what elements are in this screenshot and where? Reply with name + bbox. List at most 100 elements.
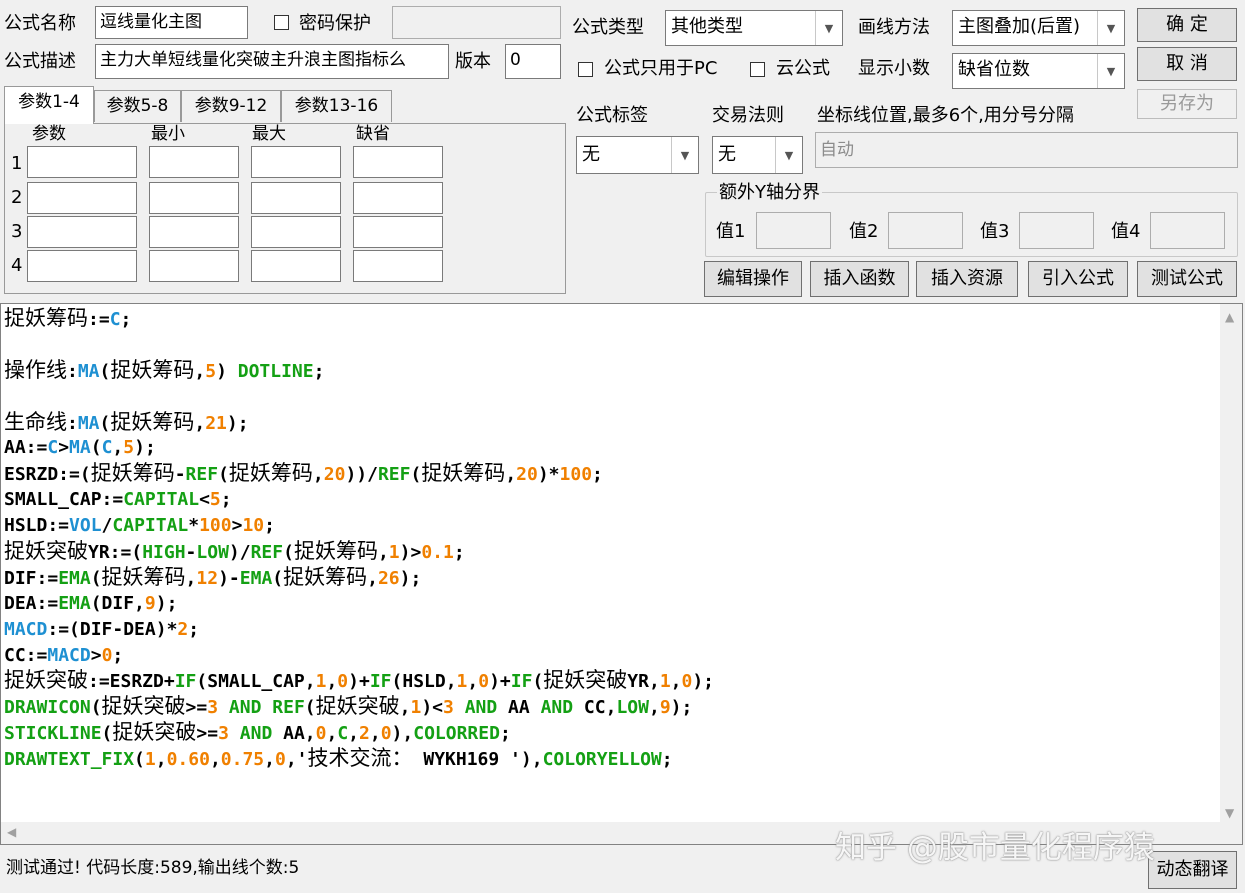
y-value-3-input[interactable]	[1019, 212, 1094, 249]
code-line[interactable]: MACD:=(DIF-DEA)*2;	[4, 617, 714, 643]
chevron-down-icon[interactable]: ▼	[775, 137, 802, 173]
y-value-2-input[interactable]	[888, 212, 963, 249]
code-token: :	[67, 360, 78, 382]
code-line[interactable]: DEA:=EMA(DIF,9);	[4, 591, 714, 617]
pc-only-checkbox[interactable]	[578, 62, 593, 77]
code-line[interactable]	[4, 332, 714, 358]
code-token: IF	[510, 671, 533, 693]
param-max-input[interactable]	[251, 182, 341, 214]
coord-input[interactable]: 自动	[815, 132, 1238, 168]
ok-button[interactable]: 确 定	[1137, 8, 1237, 42]
formula-desc-input[interactable]: 主力大单短线量化突破主升浪主图指标么	[95, 44, 449, 79]
code-token: ;	[313, 360, 325, 382]
password-input[interactable]	[392, 6, 561, 39]
formula-name-input[interactable]: 逗线量化主图	[95, 6, 248, 39]
scroll-up-icon[interactable]: ▲	[1225, 310, 1234, 324]
code-line[interactable]: ESRZD:=(捉妖筹码-REF(捉妖筹码,20))/REF(捉妖筹码,20)*…	[4, 461, 714, 487]
code-token: 26	[377, 567, 400, 589]
code-token: CC:=	[4, 644, 48, 666]
code-token: >=	[185, 697, 208, 719]
param-min-input[interactable]	[149, 250, 239, 282]
param-name-input[interactable]	[27, 250, 137, 282]
test-formula-button[interactable]: 测试公式	[1137, 261, 1237, 297]
tab-params-13-16[interactable]: 参数13-16	[281, 90, 392, 122]
rule-value: 无	[718, 144, 736, 165]
cloud-checkbox[interactable]	[750, 62, 765, 77]
chevron-down-icon[interactable]: ▼	[1097, 54, 1124, 88]
dynamic-translate-button[interactable]: 动态翻译	[1148, 851, 1237, 889]
code-line[interactable]: AA:=C>MA(C,5);	[4, 435, 714, 461]
code-line[interactable]: 捉妖突破:=ESRZD+IF(SMALL_CAP,1,0)+IF(HSLD,1,…	[4, 668, 714, 694]
code-line[interactable]: 操作线:MA(捉妖筹码,5) DOTLINE;	[4, 358, 714, 384]
formula-type-select[interactable]: 其他类型 ▼	[665, 10, 843, 46]
param-default-input[interactable]	[353, 216, 443, 248]
code-line[interactable]: HSLD:=VOL/CAPITAL*100>10;	[4, 513, 714, 539]
param-max-input[interactable]	[251, 216, 341, 248]
code-line[interactable]: STICKLINE(捉妖突破>=3 AND AA,0,C,2,0),COLORR…	[4, 720, 714, 746]
save-as-button[interactable]: 另存为	[1137, 89, 1237, 119]
code-token: -	[185, 542, 197, 564]
tag-select[interactable]: 无 ▼	[576, 136, 699, 174]
edit-operations-button[interactable]: 编辑操作	[704, 261, 802, 297]
param-default-input[interactable]	[353, 250, 443, 282]
code-editor[interactable]: 捉妖筹码:=C; 操作线:MA(捉妖筹码,5) DOTLINE; 生命线:MA(…	[0, 303, 1243, 845]
code-token: EMA	[58, 592, 91, 614]
code-line[interactable]	[4, 384, 714, 410]
code-line[interactable]: 捉妖突破YR:=(HIGH-LOW)/REF(捉妖筹码,1)>0.1;	[4, 539, 714, 565]
code-content[interactable]: 捉妖筹码:=C; 操作线:MA(捉妖筹码,5) DOTLINE; 生命线:MA(…	[4, 306, 714, 772]
code-token: 1	[659, 671, 671, 693]
decimal-value: 缺省位数	[958, 59, 1030, 80]
version-input[interactable]: 0	[505, 44, 561, 79]
code-token: AND	[464, 697, 498, 719]
chevron-down-icon[interactable]: ▼	[671, 137, 698, 173]
tab-params-9-12[interactable]: 参数9-12	[181, 90, 281, 122]
param-min-input[interactable]	[149, 216, 239, 248]
password-checkbox[interactable]	[274, 15, 289, 30]
code-token: 生命线	[4, 409, 67, 434]
import-formula-button[interactable]: 引入公式	[1028, 261, 1128, 297]
param-default-input[interactable]	[353, 146, 443, 178]
insert-function-button[interactable]: 插入函数	[810, 261, 909, 297]
scroll-left-icon[interactable]: ◀	[7, 825, 16, 839]
param-default-input[interactable]	[353, 182, 443, 214]
code-token: >	[90, 644, 102, 666]
code-token: DEA:=	[4, 592, 59, 614]
code-token: 9	[659, 697, 671, 719]
code-line[interactable]: CC:=MACD>0;	[4, 643, 714, 669]
param-header-default: 缺省	[356, 124, 390, 144]
code-token: 100	[559, 464, 593, 486]
decimal-select[interactable]: 缺省位数 ▼	[952, 53, 1125, 89]
code-token: 20	[516, 464, 538, 486]
chevron-down-icon[interactable]: ▼	[815, 11, 842, 45]
param-max-input[interactable]	[251, 250, 341, 282]
param-name-input[interactable]	[27, 182, 137, 214]
y-value-4-input[interactable]	[1150, 212, 1225, 249]
scroll-down-icon[interactable]: ▼	[1225, 806, 1234, 820]
code-token: (	[134, 749, 145, 771]
code-line[interactable]: DIF:=EMA(捉妖筹码,12)-EMA(捉妖筹码,26);	[4, 565, 714, 591]
vertical-scrollbar[interactable]: ▲ ▼	[1220, 304, 1242, 824]
chevron-down-icon[interactable]: ▼	[1097, 11, 1124, 45]
code-line[interactable]: DRAWICON(捉妖突破>=3 AND REF(捉妖突破,1)<3 AND A…	[4, 694, 714, 720]
param-name-input[interactable]	[27, 216, 137, 248]
code-line[interactable]: SMALL_CAP:=CAPITAL<5;	[4, 487, 714, 513]
code-token: AA,	[272, 723, 316, 745]
param-min-input[interactable]	[149, 146, 239, 178]
code-line[interactable]: 生命线:MA(捉妖筹码,21);	[4, 410, 714, 436]
code-token: CC,	[573, 697, 617, 719]
param-name-input[interactable]	[27, 146, 137, 178]
y-value-1-input[interactable]	[756, 212, 831, 249]
code-line[interactable]: DRAWTEXT_FIX(1,0.60,0.75,0,'技术交流： WYKH16…	[4, 746, 714, 772]
param-min-input[interactable]	[149, 182, 239, 214]
insert-resource-button[interactable]: 插入资源	[916, 261, 1018, 297]
tab-params-1-4[interactable]: 参数1-4	[4, 86, 94, 124]
code-token: 捉妖筹码	[90, 461, 175, 486]
param-max-input[interactable]	[251, 146, 341, 178]
code-token: 0.1	[421, 542, 454, 564]
tab-params-5-8[interactable]: 参数5-8	[94, 90, 181, 122]
code-token: 捉妖筹码	[293, 539, 378, 564]
rule-select[interactable]: 无 ▼	[712, 136, 803, 174]
cancel-button[interactable]: 取 消	[1137, 47, 1237, 81]
draw-method-select[interactable]: 主图叠加(后置) ▼	[952, 10, 1125, 46]
code-line[interactable]: 捉妖筹码:=C;	[4, 306, 714, 332]
